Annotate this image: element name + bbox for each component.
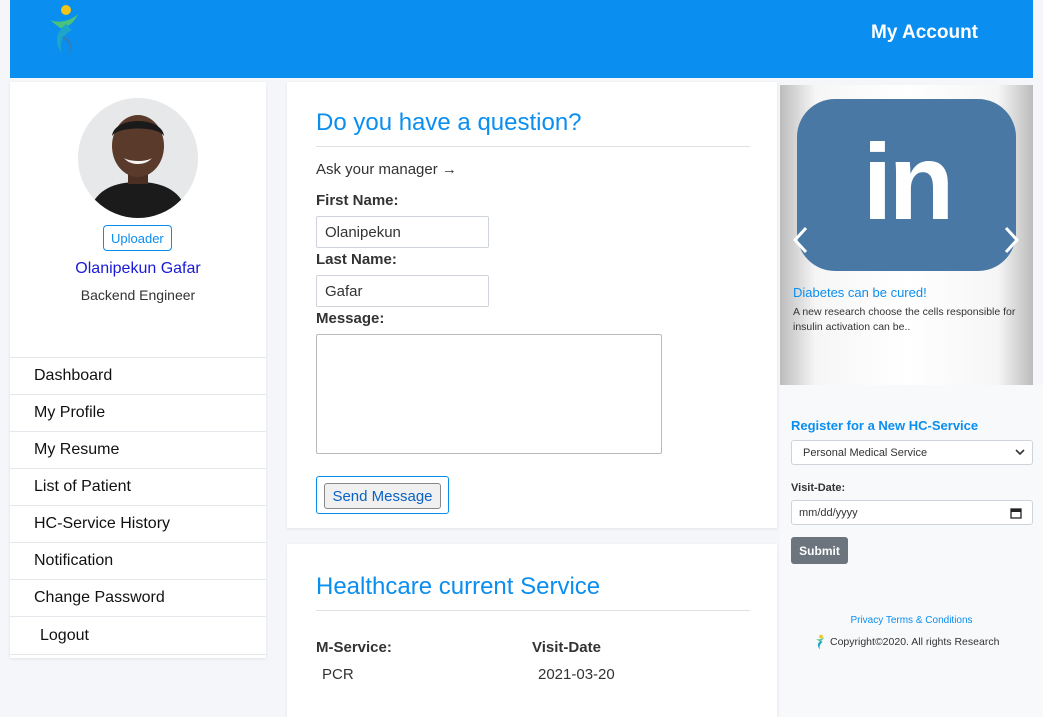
visit-date-value: 2021-03-20 [538, 666, 615, 683]
last-name-label: Last Name: [316, 251, 397, 268]
linkedin-logo-text: in [862, 121, 955, 242]
brand-logo-icon[interactable] [42, 2, 82, 58]
first-name-field[interactable] [316, 216, 489, 248]
visit-date-label: Visit-Date: [791, 482, 846, 494]
my-account-link[interactable]: My Account [871, 22, 978, 44]
hc-service-select[interactable]: Personal Medical Service [791, 440, 1033, 465]
current-service-card: Healthcare current Service M-Service: Vi… [287, 544, 777, 717]
top-navbar: My Account [10, 0, 1033, 78]
slide-text: A new research choose the cells responsi… [793, 306, 1016, 333]
divider [316, 146, 750, 147]
carousel-prev-icon[interactable] [790, 225, 810, 255]
avatar-image [78, 98, 198, 218]
submit-button[interactable]: Submit [791, 537, 848, 564]
hc-service-selected-value: Personal Medical Service [803, 446, 928, 459]
register-panel: Register for a New HC-Service Personal M… [780, 385, 1043, 717]
first-name-label: First Name: [316, 192, 399, 209]
m-service-header: M-Service: [316, 639, 392, 656]
sidebar-item-label: Notification [34, 552, 114, 569]
profile-name[interactable]: Olanipekun Gafar [10, 260, 266, 278]
last-name-field[interactable] [316, 275, 489, 307]
sidebar-item-logout[interactable]: Logout [10, 616, 266, 655]
sidebar-item-my-profile[interactable]: My Profile [10, 394, 266, 431]
profile-role: Backend Engineer [80, 287, 196, 303]
send-message-button[interactable]: Send Message [324, 483, 441, 509]
linkedin-icon[interactable]: in [797, 99, 1016, 271]
question-card-title: Do you have a question? [316, 109, 582, 136]
sidebar-item-dashboard[interactable]: Dashboard [10, 357, 266, 394]
message-textarea[interactable] [316, 334, 662, 454]
calendar-icon[interactable] [1010, 507, 1022, 519]
copyright-line: Copyright©2020. All rights Research [814, 634, 999, 650]
sidebar-item-notification[interactable]: Notification [10, 542, 266, 579]
visit-date-input[interactable]: mm/dd/yyyy [791, 500, 1033, 525]
sidebar-item-change-password[interactable]: Change Password [10, 579, 266, 616]
message-label: Message: [316, 310, 385, 327]
sidebar-item-label: My Resume [34, 441, 120, 458]
copyright-text: Copyright©2020. All rights Research [830, 636, 1000, 648]
news-carousel: in Diabetes can be cured! A new research… [780, 85, 1033, 385]
sidebar-item-label: List of Patient [34, 478, 131, 495]
m-service-value: PCR [322, 666, 354, 683]
carousel-next-icon[interactable] [1002, 225, 1022, 255]
question-card: Do you have a question? Ask your manager… [287, 82, 777, 528]
sidebar-item-label: Logout [40, 626, 89, 644]
sidebar-item-list-of-patient[interactable]: List of Patient [10, 468, 266, 505]
sidebar-item-my-resume[interactable]: My Resume [10, 431, 266, 468]
uploader-button[interactable]: Uploader [103, 225, 172, 251]
register-title: Register for a New HC-Service [791, 418, 979, 433]
ask-manager-link[interactable]: Ask your manager → [316, 161, 457, 178]
sidebar-item-label: Change Password [34, 589, 165, 606]
sidebar-item-label: Dashboard [34, 367, 113, 384]
avatar [78, 98, 198, 218]
send-message-focus-ring: Send Message [316, 476, 449, 514]
profile-sidebar: Uploader Olanipekun Gafar Backend Engine… [10, 82, 266, 658]
visit-date-header: Visit-Date [532, 639, 601, 656]
sidebar-item-hc-service-history[interactable]: HC-Service History [10, 505, 266, 542]
sidebar-item-label: HC-Service History [34, 515, 171, 532]
privacy-terms-link[interactable]: Privacy Terms & Conditions [780, 615, 1043, 626]
chevron-down-icon [1015, 449, 1025, 456]
sidebar-item-label: My Profile [34, 404, 106, 421]
brand-logo-small-icon [816, 634, 824, 650]
divider [316, 610, 750, 611]
visit-date-placeholder: mm/dd/yyyy [799, 506, 858, 519]
slide-title[interactable]: Diabetes can be cured! [793, 285, 927, 300]
service-card-title: Healthcare current Service [316, 573, 601, 600]
sidebar-nav: Dashboard My Profile My Resume List of P… [10, 357, 266, 655]
